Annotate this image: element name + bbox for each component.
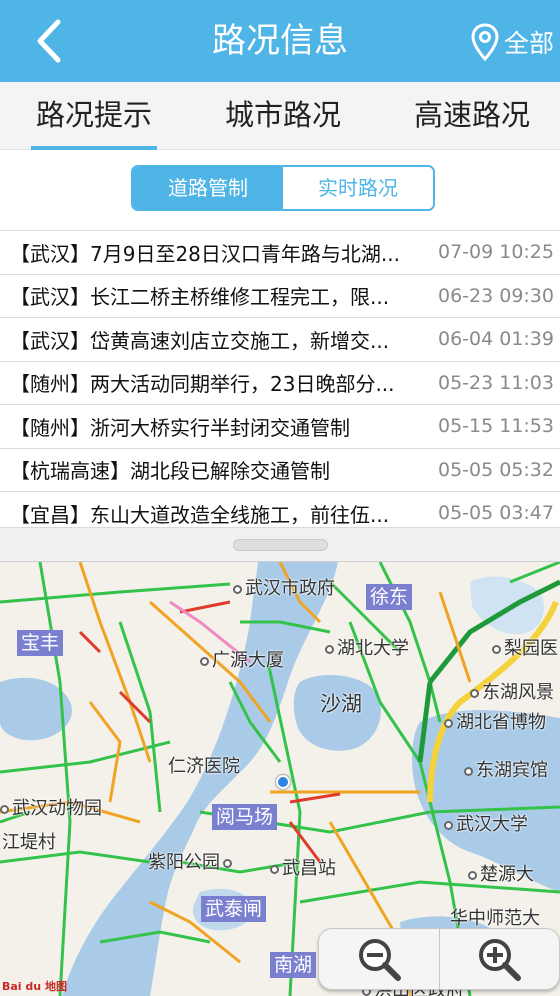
- tab-bar: 路况提示 城市路况 高速路况: [0, 82, 560, 150]
- map-place-label: 广源大厦: [200, 646, 284, 672]
- map-place-label: 江堤村: [2, 832, 56, 853]
- notice-list[interactable]: 【武汉】7月9日至28日汉口青年路与北湖... 07-09 10:25 【武汉】…: [0, 230, 560, 527]
- segment-realtime-traffic[interactable]: 实时路况: [283, 167, 433, 209]
- notice-time: 05-05 05:32: [437, 458, 554, 481]
- list-item[interactable]: 【武汉】长江二桥主桥维修工程完工，限... 06-23 09:30: [0, 274, 560, 318]
- notice-title: 【宜昌】东山大道改造全线施工，前往伍...: [10, 502, 390, 527]
- map-place-label: 武汉动物园: [0, 794, 102, 820]
- zoom-in-icon: [479, 939, 522, 981]
- region-filter-button[interactable]: 全部: [470, 20, 554, 64]
- map-district-label: 徐东: [366, 584, 413, 610]
- panel-splitter: [0, 527, 560, 562]
- location-pin-icon: [471, 23, 499, 62]
- map-district-label: 宝丰: [17, 630, 64, 656]
- traffic-map[interactable]: 武汉市政府 湖北大学 广源大厦 梨园医 东湖风景 湖北省博物 仁济医院 东湖宾馆…: [0, 562, 560, 996]
- notice-time: 05-23 11:03: [437, 371, 554, 394]
- title-bar: 路况信息 全部: [0, 0, 560, 82]
- map-place-label: 东湖风景: [470, 678, 554, 704]
- notice-title: 【武汉】7月9日至28日汉口青年路与北湖...: [10, 241, 400, 266]
- notice-time: 06-23 09:30: [437, 284, 554, 307]
- notice-time: 05-15 11:53: [437, 415, 554, 438]
- list-item[interactable]: 【随州】两大活动同期举行，23日晚部分... 05-23 11:03: [0, 361, 560, 405]
- segment-road-control[interactable]: 道路管制: [133, 167, 283, 209]
- notice-title: 【随州】两大活动同期举行，23日晚部分...: [10, 372, 395, 397]
- zoom-out-icon: [358, 939, 401, 981]
- map-place-label: 东湖宾馆: [464, 756, 548, 782]
- notice-title: 【杭瑞高速】湖北段已解除交通管制: [10, 459, 330, 484]
- map-place-label: 武汉大学: [444, 810, 528, 836]
- notice-title: 【随州】浙河大桥实行半封闭交通管制: [10, 415, 350, 440]
- map-district-label: 南湖: [270, 952, 317, 978]
- list-item[interactable]: 【宜昌】东山大道改造全线施工，前往伍... 05-05 03:47: [0, 492, 560, 527]
- zoom-in-button[interactable]: [438, 929, 560, 989]
- drag-handle[interactable]: [233, 539, 328, 551]
- segmented-control: 道路管制 实时路况: [131, 165, 435, 211]
- list-item[interactable]: 【随州】浙河大桥实行半封闭交通管制 05-15 11:53: [0, 405, 560, 449]
- tab-traffic-tips[interactable]: 路况提示: [31, 82, 157, 150]
- notice-time: 07-09 10:25: [437, 241, 554, 264]
- segment-area: 道路管制 实时路况: [0, 150, 560, 230]
- map-place-label: 湖北省博物: [444, 708, 546, 734]
- notice-title: 【武汉】岱黄高速刘店立交施工，新增交...: [10, 328, 390, 353]
- map-place-label: 武昌站: [270, 854, 336, 880]
- map-place-label: 楚源大: [468, 860, 534, 886]
- tab-city-traffic[interactable]: 城市路况: [220, 82, 346, 150]
- map-place-label: 湖北大学: [325, 634, 409, 660]
- list-item[interactable]: 【武汉】7月9日至28日汉口青年路与北湖... 07-09 10:25: [0, 231, 560, 275]
- zoom-out-button[interactable]: [319, 929, 439, 989]
- map-place-label: 梨园医: [492, 634, 558, 660]
- notice-time: 05-05 03:47: [437, 502, 554, 525]
- notice-time: 06-04 01:39: [437, 328, 554, 351]
- map-place-label: 华中师范大: [450, 908, 540, 929]
- map-place-label: 仁济医院: [168, 756, 240, 777]
- map-place-label: 武汉市政府: [233, 574, 335, 600]
- zoom-control: [318, 928, 560, 990]
- current-location-marker: [276, 775, 290, 789]
- region-label: 全部: [503, 29, 554, 58]
- notice-title: 【武汉】长江二桥主桥维修工程完工，限...: [10, 285, 390, 310]
- map-lake-label: 沙湖: [320, 692, 362, 716]
- list-item[interactable]: 【武汉】岱黄高速刘店立交施工，新增交... 06-04 01:39: [0, 318, 560, 362]
- list-item[interactable]: 【杭瑞高速】湖北段已解除交通管制 05-05 05:32: [0, 448, 560, 492]
- baidu-map-logo: Bai du 地图: [2, 980, 67, 993]
- map-district-label: 阅马场: [212, 804, 278, 830]
- tab-highway-traffic[interactable]: 高速路况: [409, 82, 535, 150]
- map-place-label: 紫阳公园: [148, 848, 235, 874]
- map-district-label: 武泰闸: [201, 896, 267, 922]
